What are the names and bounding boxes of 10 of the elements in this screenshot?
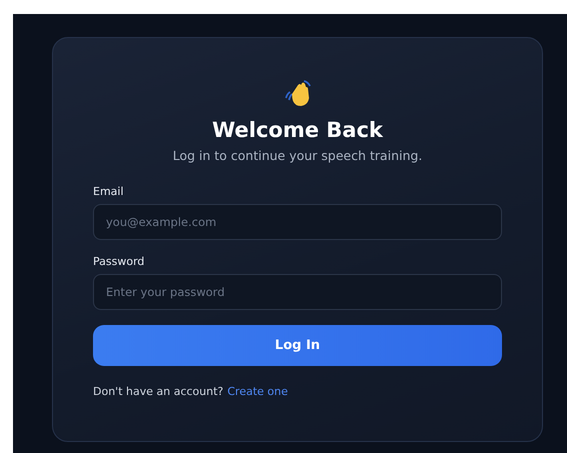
login-button[interactable]: Log In — [93, 325, 502, 366]
field-label: Email — [93, 185, 125, 198]
title: Welcome Back — [212, 118, 383, 142]
field-label: Password — [93, 255, 146, 268]
subtitle: Log in to continue your speech training. — [172, 148, 422, 163]
signup-prompt: Don't have an account? — [93, 385, 224, 398]
create-account-link[interactable]: Create one — [227, 385, 288, 398]
waving-hand-icon — [282, 78, 312, 108]
input-field[interactable]: you@example.com — [93, 204, 502, 240]
input-field[interactable]: Enter your password — [93, 274, 502, 310]
